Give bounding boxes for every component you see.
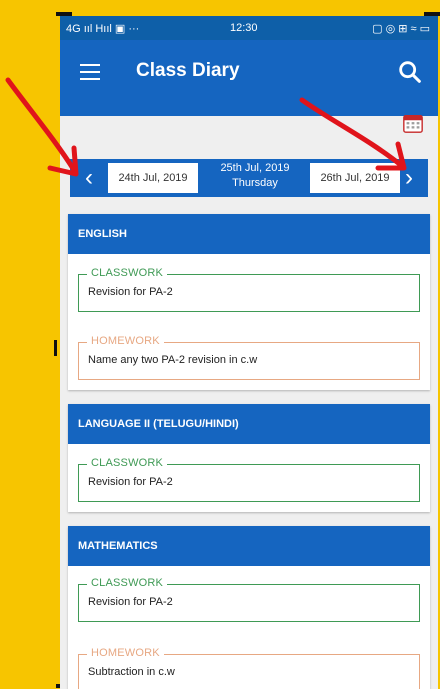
subject-card-mathematics: MATHEMATICS CLASSWORK Revision for PA-2 …: [68, 526, 430, 689]
chevron-left-icon[interactable]: ‹: [74, 163, 104, 193]
homework-field: HOMEWORK Subtraction in c.w: [78, 647, 420, 689]
search-icon[interactable]: [396, 58, 424, 86]
classwork-label: CLASSWORK: [87, 457, 168, 469]
classwork-label: CLASSWORK: [87, 577, 168, 589]
current-day-text: Thursday: [232, 177, 278, 189]
homework-text: Name any two PA-2 revision in c.w: [88, 354, 258, 366]
status-icons: ▢ ◎ ⊞ ≈ ▭: [372, 23, 430, 35]
current-date-text: 25th Jul, 2019: [220, 162, 290, 174]
classwork-field: CLASSWORK Revision for PA-2: [78, 577, 420, 622]
classwork-text: Revision for PA-2: [88, 286, 173, 298]
network-status: 4G ııl Hııl ▣ ···: [66, 23, 140, 35]
classwork-field: CLASSWORK Revision for PA-2: [78, 457, 420, 502]
subject-title: ENGLISH: [68, 214, 430, 254]
crop-mark-left: [54, 340, 57, 356]
classwork-text: Revision for PA-2: [88, 596, 173, 608]
homework-label: HOMEWORK: [87, 647, 164, 659]
classwork-field: CLASSWORK Revision for PA-2: [78, 267, 420, 312]
homework-text: Subtraction in c.w: [88, 666, 175, 678]
homework-label: HOMEWORK: [87, 335, 164, 347]
date-navigator: ‹ 24th Jul, 2019 25th Jul, 2019 Thursday…: [70, 159, 428, 197]
calendar-icon[interactable]: [402, 112, 424, 134]
page-title: Class Diary: [136, 60, 240, 81]
clock: 12:30: [230, 22, 258, 34]
classwork-label: CLASSWORK: [87, 267, 168, 279]
status-bar: 4G ııl Hııl ▣ ··· 12:30 ▢ ◎ ⊞ ≈ ▭: [60, 16, 438, 40]
subject-title: LANGUAGE II (TELUGU/HINDI): [68, 404, 430, 444]
subject-title: MATHEMATICS: [68, 526, 430, 566]
subject-card-language: LANGUAGE II (TELUGU/HINDI) CLASSWORK Rev…: [68, 404, 430, 512]
chevron-right-icon[interactable]: ›: [394, 163, 424, 193]
homework-field: HOMEWORK Name any two PA-2 revision in c…: [78, 335, 420, 380]
current-date: 25th Jul, 2019 Thursday: [210, 161, 300, 191]
phone-screen: 4G ııl Hııl ▣ ··· 12:30 ▢ ◎ ⊞ ≈ ▭ Class …: [60, 16, 438, 689]
next-date-button[interactable]: 26th Jul, 2019: [310, 163, 400, 193]
subject-card-english: ENGLISH CLASSWORK Revision for PA-2 HOME…: [68, 214, 430, 390]
hamburger-icon[interactable]: [80, 64, 100, 80]
app-bar: Class Diary: [60, 40, 438, 116]
previous-date-button[interactable]: 24th Jul, 2019: [108, 163, 198, 193]
classwork-text: Revision for PA-2: [88, 476, 173, 488]
